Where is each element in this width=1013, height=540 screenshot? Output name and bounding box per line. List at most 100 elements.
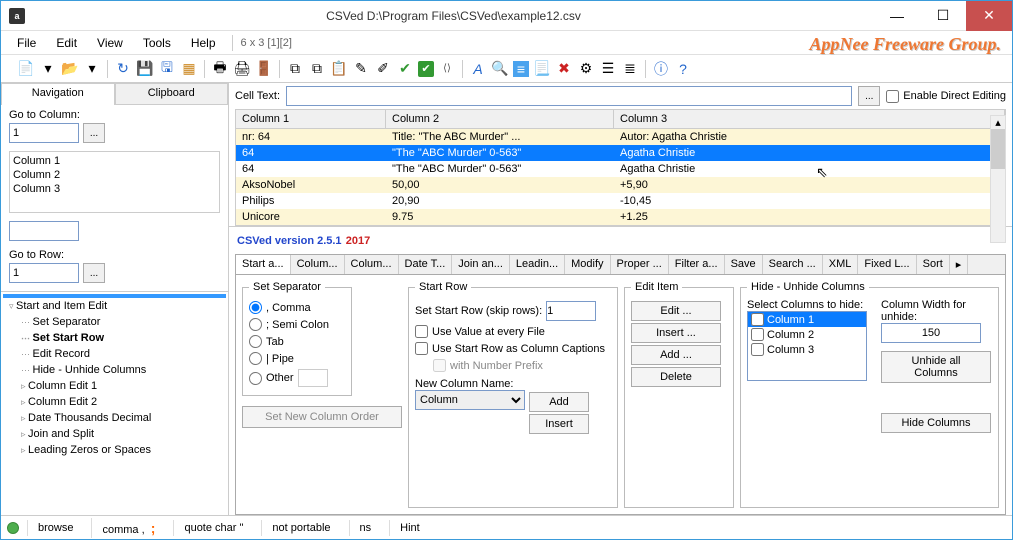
table-row[interactable]: AksoNobel50,00+5,90	[236, 177, 1005, 193]
down2-icon[interactable]: ▾	[83, 60, 101, 78]
print-preview-icon[interactable]: 🖶	[211, 60, 229, 78]
lower-tab[interactable]: Start a...	[236, 255, 291, 274]
save-as-icon[interactable]: 🖫	[158, 60, 176, 78]
tree-item[interactable]: Set Start Row	[3, 330, 226, 346]
menu-file[interactable]: File	[9, 33, 44, 53]
hide-columns-button[interactable]: Hide Columns	[881, 413, 991, 433]
list-item[interactable]: Column 2	[748, 327, 866, 342]
lower-tab[interactable]: Proper ...	[611, 255, 669, 274]
menu-help[interactable]: Help	[183, 33, 224, 53]
menu-view[interactable]: View	[89, 33, 131, 53]
save-icon[interactable]: 💾	[136, 60, 154, 78]
down-icon[interactable]: ▾	[39, 60, 57, 78]
add-col-button[interactable]: Add	[529, 392, 589, 412]
code-icon[interactable]: ⟨⟩	[438, 60, 456, 78]
data-grid[interactable]: Column 1 Column 2 Column 3 nr: 64Title: …	[235, 109, 1006, 226]
goto-row-button[interactable]: ...	[83, 263, 105, 283]
celltext-input[interactable]	[286, 86, 852, 106]
tree-item[interactable]: Column Edit 2	[3, 394, 226, 410]
lower-tab[interactable]: Sort	[917, 255, 950, 274]
list-icon[interactable]: ☰	[599, 60, 617, 78]
list-item[interactable]: Column 1	[748, 312, 866, 327]
col-header[interactable]: Column 2	[386, 110, 614, 128]
table-row[interactable]: Unicore9.75+1.25	[236, 209, 1005, 225]
add-button[interactable]: Add ...	[631, 345, 721, 365]
direct-edit-checkbox[interactable]	[886, 90, 899, 103]
highlight-icon[interactable]: ≡	[513, 61, 529, 77]
tree-item[interactable]: Set Separator	[3, 314, 226, 330]
lower-tab[interactable]: Save	[725, 255, 763, 274]
celltext-button[interactable]: ...	[858, 86, 880, 106]
table-row[interactable]: Philips20,90-10,45	[236, 193, 1005, 209]
page-icon[interactable]: 📃	[533, 60, 551, 78]
lower-tab[interactable]: Search ...	[763, 255, 823, 274]
goto-column-button[interactable]: ...	[83, 123, 105, 143]
list-item[interactable]: Column 1	[12, 154, 217, 168]
sep-other-radio[interactable]	[249, 372, 262, 385]
list-item[interactable]: Column 2	[12, 168, 217, 182]
tabs-more-icon[interactable]: ▸	[950, 255, 969, 274]
nav-tree[interactable]: Start and Item EditSet SeparatorSet Star…	[1, 291, 228, 511]
sep-tab-radio[interactable]	[249, 335, 262, 348]
sep-comma-radio[interactable]	[249, 301, 262, 314]
copy-icon[interactable]: ⧉	[286, 60, 304, 78]
lower-tab[interactable]: Leadin...	[510, 255, 565, 274]
column-list[interactable]: Column 1 Column 2 Column 3	[9, 151, 220, 213]
use-caption-checkbox[interactable]	[415, 342, 428, 355]
sep-semi-radio[interactable]	[249, 318, 262, 331]
insert-button[interactable]: Insert ...	[631, 323, 721, 343]
start-row-spinner[interactable]	[546, 301, 596, 321]
goto-column-input[interactable]	[9, 123, 79, 143]
grid-scrollbar[interactable]: ▴	[990, 115, 1006, 243]
tree-item[interactable]: Column Edit 1	[3, 378, 226, 394]
delete-icon[interactable]: ✖	[555, 60, 573, 78]
print-icon[interactable]: 🖨	[233, 60, 251, 78]
edit2-icon[interactable]: ✐	[374, 60, 392, 78]
sep-other-input[interactable]	[298, 369, 328, 387]
col-header[interactable]: Column 1	[236, 110, 386, 128]
lower-tab[interactable]: Join an...	[452, 255, 510, 274]
check2-icon[interactable]: ✔	[418, 61, 434, 77]
tab-navigation[interactable]: Navigation	[1, 83, 115, 105]
list2-icon[interactable]: ≣	[621, 60, 639, 78]
delete-button[interactable]: Delete	[631, 367, 721, 387]
refresh-icon[interactable]: ↻	[114, 60, 132, 78]
tab-clipboard[interactable]: Clipboard	[115, 83, 229, 105]
new-col-select[interactable]: Column	[415, 390, 525, 410]
sep-pipe-radio[interactable]	[249, 352, 262, 365]
new-icon[interactable]: 📄	[17, 60, 35, 78]
table-row[interactable]: 64"The "ABC Murder" 0-563"Agatha Christi…	[236, 161, 1005, 177]
maximize-button[interactable]: ☐	[920, 1, 966, 31]
open-icon[interactable]: 📂	[61, 60, 79, 78]
copy2-icon[interactable]: ⧉	[308, 60, 326, 78]
set-column-order-button[interactable]: Set New Column Order	[242, 406, 402, 428]
tree-item[interactable]: Edit Record	[3, 346, 226, 362]
lower-tab[interactable]: Modify	[565, 255, 610, 274]
info-icon[interactable]: ⓘ	[652, 60, 670, 78]
list-item[interactable]: Column 3	[748, 342, 866, 357]
paste-icon[interactable]: 📋	[330, 60, 348, 78]
menu-edit[interactable]: Edit	[48, 33, 85, 53]
exit-icon[interactable]: 🚪	[255, 60, 273, 78]
unhide-all-button[interactable]: Unhide all Columns	[881, 351, 991, 383]
lower-tab[interactable]: Date T...	[399, 255, 453, 274]
search-icon[interactable]: 🔍	[491, 60, 509, 78]
font-icon[interactable]: A	[469, 60, 487, 78]
lower-tab[interactable]: XML	[823, 255, 859, 274]
tree-item[interactable]: Start and Item Edit	[3, 298, 226, 314]
lower-tab[interactable]: Colum...	[291, 255, 345, 274]
minimize-button[interactable]: —	[874, 1, 920, 31]
settings-icon[interactable]: ⚙	[577, 60, 595, 78]
lower-tab[interactable]: Fixed L...	[858, 255, 916, 274]
unhide-width-input[interactable]	[881, 323, 981, 343]
goto-row-input[interactable]	[9, 263, 79, 283]
table-row[interactable]: nr: 64Title: "The ABC Murder" ...Autor: …	[236, 129, 1005, 145]
col-header[interactable]: Column 3	[614, 110, 1005, 128]
column-filter-input[interactable]	[9, 221, 79, 241]
table-row[interactable]: 64"The "ABC Murder" 0-563"Agatha Christi…	[236, 145, 1005, 161]
menu-tools[interactable]: Tools	[135, 33, 179, 53]
insert-col-button[interactable]: Insert	[529, 414, 589, 434]
edit-button[interactable]: Edit ...	[631, 301, 721, 321]
export-icon[interactable]: ▦	[180, 60, 198, 78]
close-button[interactable]: ✕	[966, 1, 1012, 31]
